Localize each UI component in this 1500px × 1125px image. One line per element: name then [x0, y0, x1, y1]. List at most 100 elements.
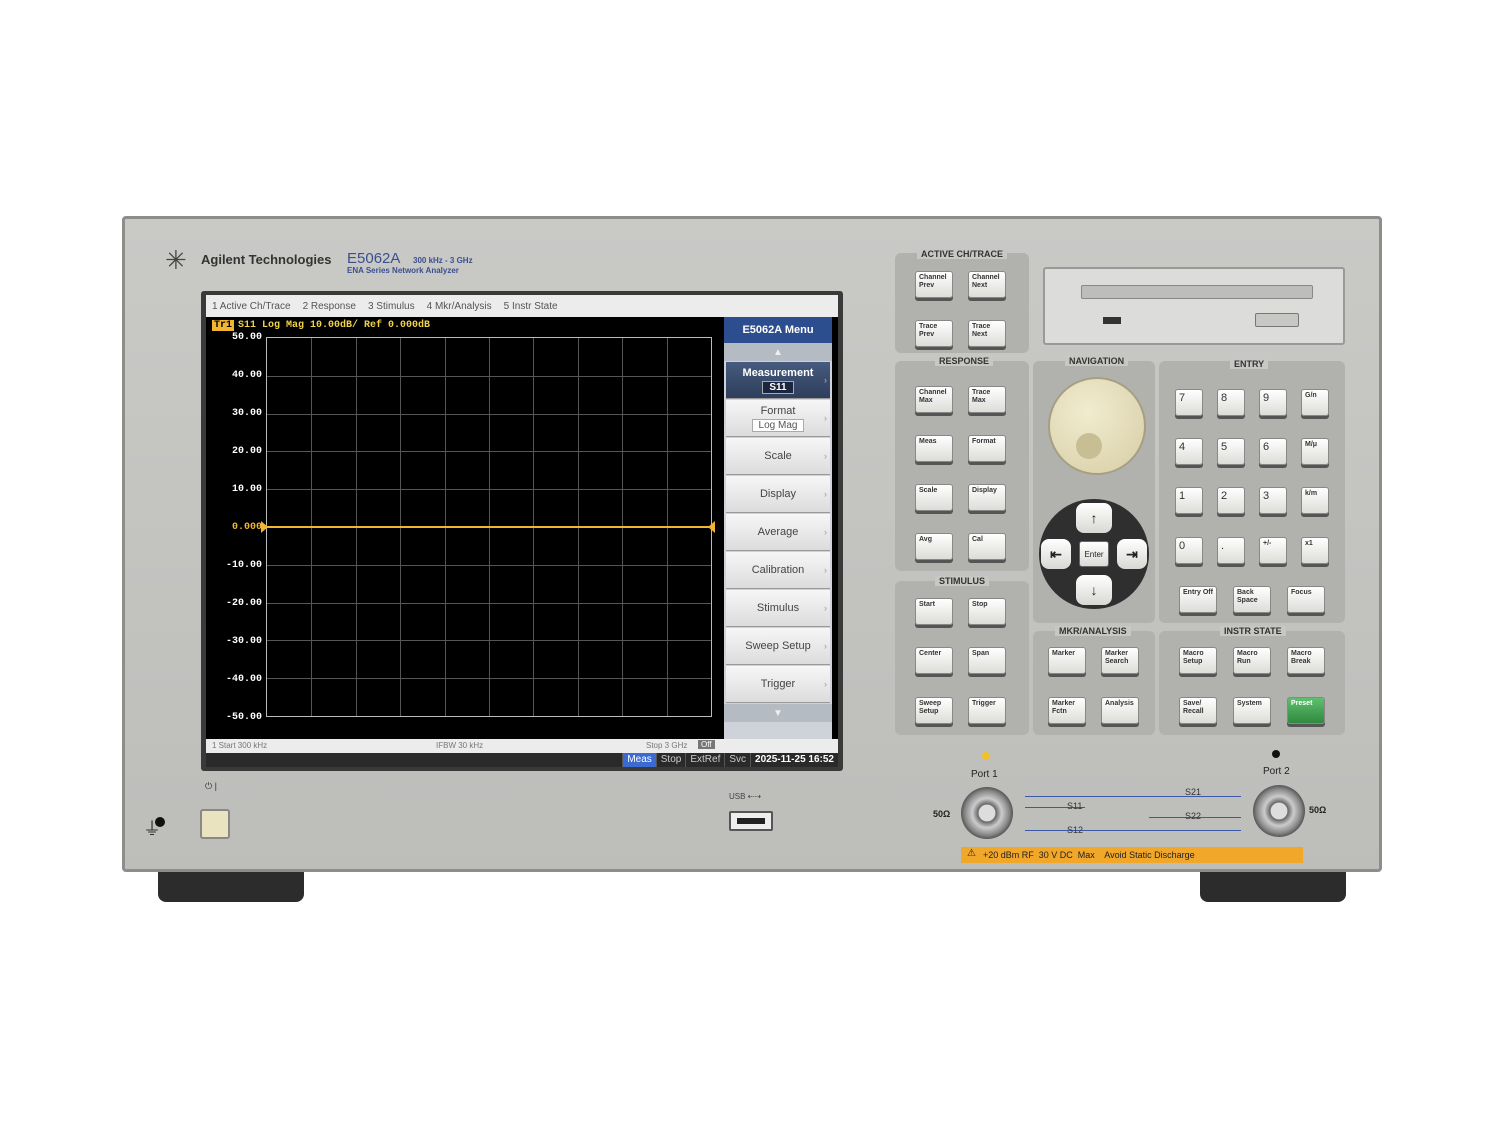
center-key[interactable]: Center	[915, 647, 953, 674]
softkey-stimulus[interactable]: Stimulus ›	[726, 590, 830, 627]
floppy-eject-button[interactable]	[1255, 313, 1299, 327]
chevron-right-icon: ›	[824, 565, 827, 575]
macro-break-key[interactable]: Macro Break	[1287, 647, 1325, 674]
grid-line	[267, 489, 711, 491]
focus-key[interactable]: Focus	[1287, 586, 1325, 613]
svc-status: Svc	[724, 753, 750, 767]
softkey-label: Display	[759, 488, 797, 500]
channel-max-key[interactable]: Channel Max	[915, 386, 953, 413]
reference-marker-right-icon	[708, 521, 715, 533]
grid-line	[267, 640, 711, 642]
cal-key[interactable]: Cal	[968, 533, 1006, 560]
softkey-average[interactable]: Average ›	[726, 514, 830, 551]
arrow-down-icon[interactable]: ↓	[1076, 575, 1112, 605]
softkey-scroll-down-icon[interactable]: ▼	[724, 704, 832, 722]
softkey-measurement[interactable]: Measurement S11 ›	[726, 362, 830, 399]
brand-name: Agilent Technologies	[201, 252, 332, 267]
arrow-left-icon[interactable]: ⇤	[1041, 539, 1071, 569]
marker-search-key[interactable]: Marker Search	[1101, 647, 1139, 674]
softkey-scroll-up-icon[interactable]: ▲	[724, 343, 832, 361]
plus-minus-key[interactable]: +/-	[1259, 537, 1287, 564]
span-key[interactable]: Span	[968, 647, 1006, 674]
floppy-slot[interactable]	[1081, 285, 1313, 299]
stop-key[interactable]: Stop	[968, 598, 1006, 625]
analysis-key[interactable]: Analysis	[1101, 697, 1139, 724]
trace-prev-key[interactable]: Trace Prev	[915, 320, 953, 347]
format-key[interactable]: Format	[968, 435, 1006, 462]
preset-key[interactable]: Preset	[1287, 697, 1325, 724]
softkey-value: Log Mag	[751, 418, 805, 432]
scale-key[interactable]: Scale	[915, 484, 953, 511]
port2-connector[interactable]	[1253, 785, 1305, 837]
numpad-0-key[interactable]: 0	[1175, 537, 1203, 564]
system-key[interactable]: System	[1233, 697, 1271, 724]
menu-active-ch-trace[interactable]: 1 Active Ch/Trace	[212, 301, 291, 312]
display-key[interactable]: Display	[968, 484, 1006, 511]
port1-connector[interactable]	[961, 787, 1013, 839]
k-m-key[interactable]: k/m	[1301, 487, 1329, 514]
numpad-3-key[interactable]: 3	[1259, 487, 1287, 514]
chevron-right-icon: ›	[824, 679, 827, 689]
rotary-knob[interactable]	[1048, 377, 1146, 475]
save-recall-key[interactable]: Save/ Recall	[1179, 697, 1217, 724]
menu-instr-state[interactable]: 5 Instr State	[504, 301, 558, 312]
trigger-key[interactable]: Trigger	[968, 697, 1006, 724]
usb-port[interactable]	[729, 811, 773, 831]
m-mu-key[interactable]: M/μ	[1301, 438, 1329, 465]
left-foot	[158, 872, 304, 902]
softkey-label: Sweep Setup	[745, 640, 811, 652]
x1-key[interactable]: x1	[1301, 537, 1329, 564]
menu-mkr-analysis[interactable]: 4 Mkr/Analysis	[427, 301, 492, 312]
trace-next-key[interactable]: Trace Next	[968, 320, 1006, 347]
warning-text: +20 dBm RF 30 V DC Max Avoid Static Disc…	[983, 850, 1195, 860]
marker-fctn-key[interactable]: Marker Fctn	[1048, 697, 1086, 724]
start-key[interactable]: Start	[915, 598, 953, 625]
back-space-key[interactable]: Back Space	[1233, 586, 1271, 613]
extref-status: ExtRef	[685, 753, 724, 767]
softkey-sweep-setup[interactable]: Sweep Setup ›	[726, 628, 830, 665]
y-tick-label: 30.00	[231, 408, 262, 419]
marker-key[interactable]: Marker	[1048, 647, 1086, 674]
softkey-calibration[interactable]: Calibration ›	[726, 552, 830, 589]
group-label-entry: ENTRY	[1230, 359, 1269, 369]
softkey-label: Trigger	[760, 678, 796, 690]
numpad-7-key[interactable]: 7	[1175, 389, 1203, 416]
trace-max-key[interactable]: Trace Max	[968, 386, 1006, 413]
numpad-9-key[interactable]: 9	[1259, 389, 1287, 416]
numpad-6-key[interactable]: 6	[1259, 438, 1287, 465]
numpad-5-key[interactable]: 5	[1217, 438, 1245, 465]
macro-run-key[interactable]: Macro Run	[1233, 647, 1271, 674]
reference-marker-left-icon[interactable]	[261, 521, 268, 533]
entry-off-key[interactable]: Entry Off	[1179, 586, 1217, 613]
g-n-key[interactable]: G/n	[1301, 389, 1329, 416]
meas-key[interactable]: Meas	[915, 435, 953, 462]
s22-label: S22	[1185, 811, 1202, 821]
decimal-point-key[interactable]: .	[1217, 537, 1245, 564]
numpad-1-key[interactable]: 1	[1175, 487, 1203, 514]
channel-prev-key[interactable]: Channel Prev	[915, 271, 953, 298]
arrow-right-icon[interactable]: ⇥	[1117, 539, 1147, 569]
datetime: 2025-11-25 16:52	[750, 753, 838, 767]
menu-stimulus[interactable]: 3 Stimulus	[368, 301, 415, 312]
numpad-4-key[interactable]: 4	[1175, 438, 1203, 465]
power-button[interactable]	[200, 809, 230, 839]
macro-setup-key[interactable]: Macro Setup	[1179, 647, 1217, 674]
chevron-right-icon: ›	[824, 489, 827, 499]
softkey-trigger[interactable]: Trigger ›	[726, 666, 830, 703]
softkey-scale[interactable]: Scale ›	[726, 438, 830, 475]
group-label-instr: INSTR STATE	[1220, 626, 1286, 636]
softkey-format[interactable]: Format Log Mag ›	[726, 400, 830, 437]
trace-badge: Tr1	[212, 320, 235, 331]
channel-next-key[interactable]: Channel Next	[968, 271, 1006, 298]
arrow-up-icon[interactable]: ↑	[1076, 503, 1112, 533]
numpad-2-key[interactable]: 2	[1217, 487, 1245, 514]
grid-line	[267, 413, 711, 415]
softkey-display[interactable]: Display ›	[726, 476, 830, 513]
menu-response[interactable]: 2 Response	[303, 301, 356, 312]
avg-key[interactable]: Avg	[915, 533, 953, 560]
sweep-setup-key[interactable]: Sweep Setup	[915, 697, 953, 724]
softkey-menu-title: E5062A Menu	[724, 317, 832, 343]
numpad-8-key[interactable]: 8	[1217, 389, 1245, 416]
enter-key[interactable]: Enter	[1079, 541, 1109, 567]
port1-impedance: 50Ω	[933, 809, 951, 819]
